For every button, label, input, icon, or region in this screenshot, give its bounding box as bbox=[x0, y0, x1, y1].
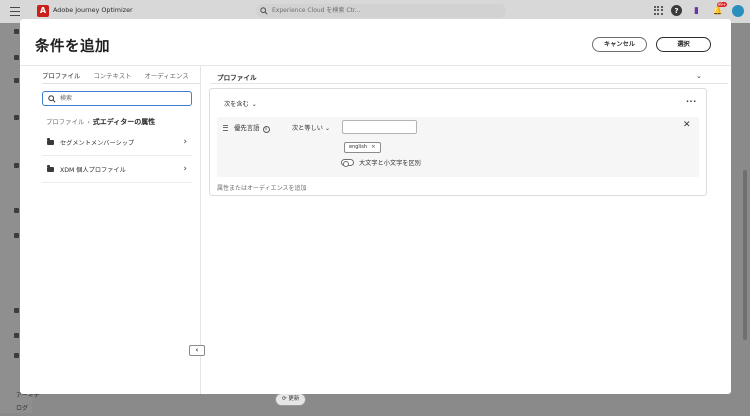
case-sensitive-label: 大文字と小文字を区別 bbox=[359, 160, 421, 167]
adobe-logo-icon[interactable]: A bbox=[37, 5, 49, 17]
breadcrumb-separator-icon: › bbox=[87, 119, 90, 126]
nav-icon bbox=[14, 333, 19, 338]
nav-icon bbox=[14, 55, 19, 60]
drag-handle-icon[interactable] bbox=[223, 125, 228, 132]
folder-icon bbox=[47, 138, 54, 146]
source-tabs: プロファイル コンテキスト オーディエンス bbox=[42, 69, 202, 84]
close-icon[interactable]: ✕ bbox=[683, 120, 691, 130]
cancel-button[interactable]: キャンセル bbox=[592, 37, 647, 52]
more-options-icon[interactable]: ··· bbox=[686, 98, 697, 106]
feedback-icon[interactable]: ▮ bbox=[690, 4, 703, 17]
value-tag: english × bbox=[344, 142, 381, 153]
add-condition-dialog: 条件を追加 キャンセル 選択 プロファイル コンテキスト オーディエンス プロフ… bbox=[20, 19, 731, 394]
comparison-operator-label: 次と等しい bbox=[292, 125, 323, 132]
notifications-icon[interactable]: 🔔 99+ bbox=[711, 2, 727, 17]
app-title[interactable]: Adobe Journey Optimizer bbox=[53, 6, 133, 14]
search-icon bbox=[48, 95, 56, 103]
info-icon[interactable]: i bbox=[262, 126, 270, 133]
notification-badge: 99+ bbox=[716, 2, 727, 7]
breadcrumb-root[interactable]: プロファイル bbox=[46, 118, 84, 126]
nav-label: ログ bbox=[16, 405, 29, 412]
nav-icon bbox=[14, 208, 19, 213]
attribute-name: 優先言語 bbox=[234, 124, 260, 132]
refresh-button[interactable]: ⟳ 更新 bbox=[275, 393, 307, 406]
nav-icon bbox=[14, 353, 19, 358]
refresh-label: 更新 bbox=[288, 396, 300, 402]
nav-icon bbox=[14, 29, 19, 34]
global-search-placeholder: Experience Cloud を検索 Ctr... bbox=[272, 7, 361, 14]
nav-icon bbox=[14, 308, 19, 313]
tag-remove-icon[interactable]: × bbox=[371, 144, 376, 150]
tab-audience[interactable]: オーディエンス bbox=[145, 69, 189, 83]
breadcrumb-current: 式エディターの属性 bbox=[92, 118, 156, 126]
list-item-segment-membership[interactable]: セグメントメンバーシップ › bbox=[42, 130, 192, 156]
chevron-right-icon: › bbox=[183, 164, 187, 174]
app-switcher-icon[interactable] bbox=[653, 5, 663, 16]
tab-context[interactable]: コンテキスト bbox=[93, 69, 131, 83]
tab-profile[interactable]: プロファイル bbox=[42, 69, 81, 84]
group-operator-label: 次を含む bbox=[224, 101, 249, 108]
dialog-title: 条件を追加 bbox=[35, 39, 110, 55]
nav-icon bbox=[14, 233, 19, 238]
add-attribute-link[interactable]: 属性またはオーディエンスを追加 bbox=[217, 183, 306, 192]
list-item-label: XDM 個人プロファイル bbox=[60, 167, 126, 174]
list-item-label: セグメントメンバーシップ bbox=[60, 140, 135, 147]
condition-value-field[interactable] bbox=[342, 120, 417, 134]
help-icon[interactable]: ? bbox=[671, 5, 682, 16]
attribute-search[interactable] bbox=[42, 91, 192, 106]
collapse-panel-button[interactable]: ‹ bbox=[189, 345, 205, 356]
panel-title-divider bbox=[210, 83, 728, 84]
list-item-xdm-profile[interactable]: XDM 個人プロファイル › bbox=[42, 157, 192, 183]
global-search-input[interactable]: Experience Cloud を検索 Ctr... bbox=[256, 4, 506, 18]
tabs-divider bbox=[42, 83, 200, 84]
chevron-down-icon: ⌄ bbox=[324, 125, 330, 132]
case-sensitive-toggle[interactable] bbox=[341, 159, 354, 167]
avatar[interactable] bbox=[732, 4, 744, 17]
folder-icon bbox=[47, 165, 54, 173]
condition-row: 優先言語 i 次と等しい ⌄ ✕ english × 大文字と小文字を区別 bbox=[217, 117, 699, 177]
nav-icon bbox=[14, 163, 19, 168]
condition-group: 次を含む ⌄ ··· 優先言語 i 次と等しい ⌄ ✕ english × 大文字と小文… bbox=[209, 88, 707, 196]
chevron-down-icon: ⌄ bbox=[251, 101, 257, 108]
condition-attribute: 優先言語 i bbox=[234, 123, 270, 133]
nav-icon bbox=[14, 115, 19, 120]
case-sensitive-row: 大文字と小文字を区別 bbox=[341, 158, 421, 167]
header-divider bbox=[20, 65, 731, 66]
chevron-down-icon[interactable]: ⌄ bbox=[696, 72, 702, 80]
page-scrollbar[interactable] bbox=[743, 170, 747, 340]
breadcrumb: プロファイル › 式エディターの属性 bbox=[46, 117, 155, 127]
chevron-right-icon: › bbox=[183, 137, 187, 147]
condition-panel-title: プロファイル bbox=[217, 74, 257, 82]
group-operator-dropdown[interactable]: 次を含む ⌄ bbox=[224, 99, 257, 108]
select-button[interactable]: 選択 bbox=[656, 37, 711, 52]
nav-icon bbox=[14, 78, 19, 83]
tag-label: english bbox=[349, 144, 367, 150]
search-input[interactable] bbox=[60, 93, 185, 104]
comparison-operator-dropdown[interactable]: 次と等しい ⌄ bbox=[292, 123, 330, 132]
search-icon bbox=[260, 7, 268, 15]
menu-icon[interactable] bbox=[10, 7, 20, 16]
